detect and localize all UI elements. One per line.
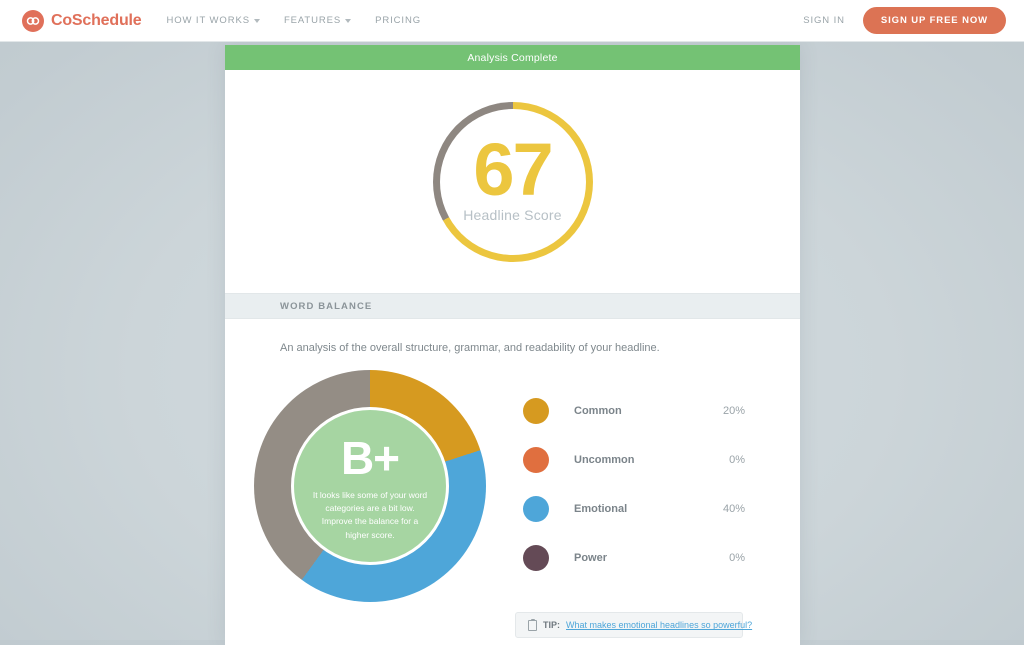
nav-item-how-it-works-label: HOW IT WORKS [166,15,249,26]
nav-actions: SIGN IN SIGN UP FREE NOW [803,7,1006,34]
word-balance-analysis: B+ It looks like some of your word categ… [225,356,800,602]
brand-name: CoSchedule [51,12,141,30]
legend-row: Power 0% [523,533,745,582]
word-balance-description: An analysis of the overall structure, gr… [225,319,800,356]
tip-label: TIP: [543,620,560,630]
legend-percent-power: 0% [729,552,745,564]
legend-color-swatch-power [523,545,549,571]
headline-score-value: 67 [473,136,551,204]
legend-label-emotional: Emotional [574,503,627,515]
status-badge: Analysis Complete [225,45,800,70]
donut-chart-column: B+ It looks like some of your word categ… [225,370,515,602]
headline-score-section: 67 Headline Score [225,70,800,293]
legend-percent-emotional: 40% [723,503,745,515]
nav-item-how-it-works[interactable]: HOW IT WORKS [166,15,259,26]
nav-item-features[interactable]: FEATURES [284,15,351,26]
legend-row: Emotional 40% [523,484,745,533]
tip-link[interactable]: What makes emotional headlines so powerf… [566,620,752,630]
chevron-down-icon [345,19,351,23]
legend-color-swatch-emotional [523,496,549,522]
legend-row: Uncommon 0% [523,435,745,484]
headline-score-hole: 67 Headline Score [440,109,586,255]
clipboard-icon [528,620,537,631]
word-balance-legend: Common 20% Uncommon 0% Emotional 40% Power 0% [515,370,800,582]
grade-circle: B+ It looks like some of your word categ… [291,407,449,565]
nav-links: HOW IT WORKS FEATURES PRICING [166,15,421,26]
legend-color-swatch-common [523,398,549,424]
legend-percent-uncommon: 0% [729,454,745,466]
word-balance-section-header: WORD BALANCE [225,293,800,319]
word-balance-donut-chart: B+ It looks like some of your word categ… [254,370,486,602]
legend-percent-common: 20% [723,405,745,417]
legend-label-uncommon: Uncommon [574,454,635,466]
chevron-down-icon [254,19,260,23]
grade-value: B+ [341,435,399,481]
sign-up-button[interactable]: SIGN UP FREE NOW [863,7,1006,34]
nav-item-features-label: FEATURES [284,15,341,26]
co-schedule-logo-icon [22,10,44,32]
word-balance-title: WORD BALANCE [280,301,372,312]
headline-preview-text: How To Create A Newsletter [225,638,800,645]
tip-box: TIP: What makes emotional headlines so p… [515,612,743,638]
headline-score-label: Headline Score [463,207,562,223]
legend-label-common: Common [574,405,622,417]
nav-item-pricing-label: PRICING [375,15,421,26]
nav-item-pricing[interactable]: PRICING [375,15,421,26]
legend-color-swatch-uncommon [523,447,549,473]
sign-in-link[interactable]: SIGN IN [803,15,845,26]
headline-score-gauge: 67 Headline Score [433,102,593,262]
legend-row: Common 20% [523,386,745,435]
top-navbar: CoSchedule HOW IT WORKS FEATURES PRICING… [0,0,1024,42]
grade-message: It looks like some of your word categori… [294,489,446,542]
legend-label-power: Power [574,552,607,564]
brand-logo[interactable]: CoSchedule [22,10,141,32]
headline-analyzer-card: Analysis Complete 67 Headline Score WORD… [225,45,800,645]
